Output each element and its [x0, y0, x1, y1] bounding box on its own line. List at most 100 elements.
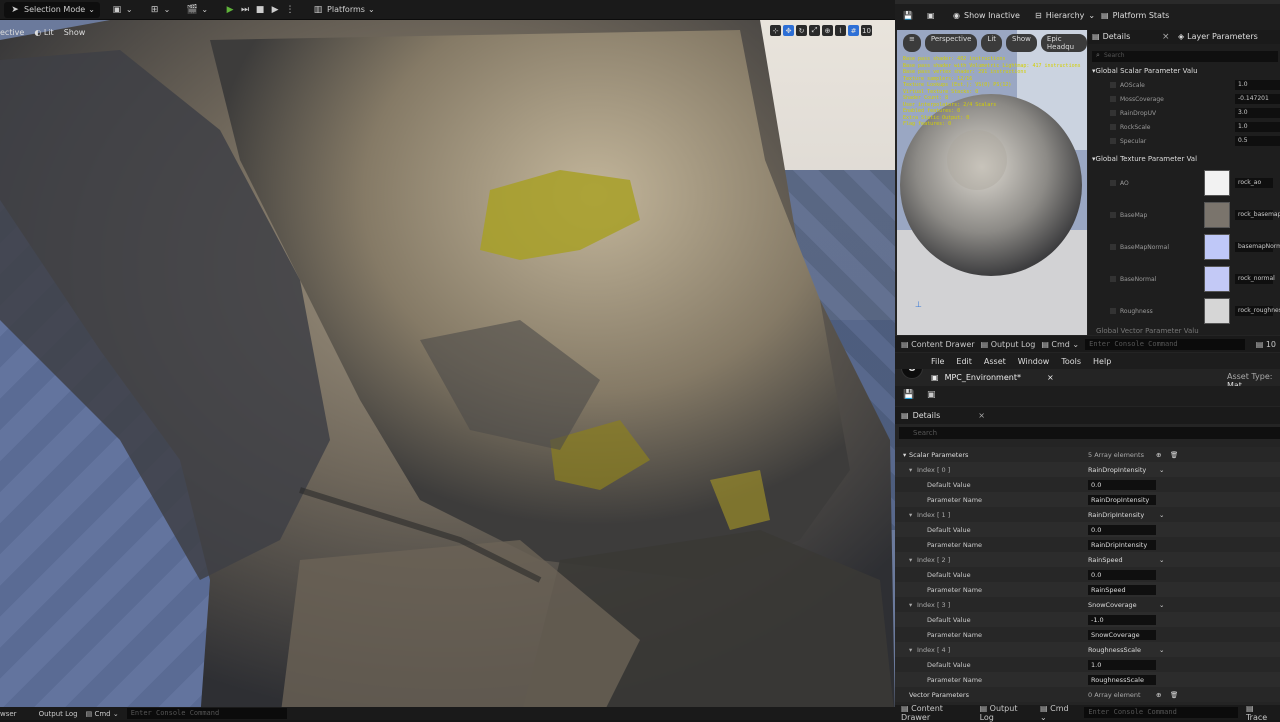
param-value[interactable]: 1.0: [1235, 122, 1280, 132]
platforms-dropdown[interactable]: ▥ Platforms ⌄: [307, 2, 380, 18]
close-icon[interactable]: ×: [1162, 32, 1170, 42]
stop-icon[interactable]: ■: [254, 5, 266, 15]
chevron-down-icon[interactable]: ⌄: [1159, 601, 1164, 609]
expand-icon[interactable]: ▾: [909, 556, 912, 564]
asset-details-search-input[interactable]: Search: [899, 427, 1280, 439]
expand-icon[interactable]: ▾: [909, 601, 912, 609]
index-combo[interactable]: SnowCoverage: [1088, 601, 1137, 609]
details-search-input[interactable]: Search: [1092, 51, 1278, 62]
checkbox[interactable]: [1110, 244, 1116, 250]
output-log-button[interactable]: ▤ Output Log: [981, 340, 1036, 349]
surface-snap-icon[interactable]: ⌇: [835, 25, 846, 36]
play-options-icon[interactable]: ▶: [269, 5, 281, 15]
world-space-icon[interactable]: ⊕: [822, 25, 833, 36]
index-combo[interactable]: RainDripIntensity: [1088, 511, 1144, 519]
details-tab[interactable]: ▤ Details: [1092, 32, 1130, 41]
browse-icon[interactable]: ▣: [927, 390, 936, 400]
param-value[interactable]: 3.0: [1235, 108, 1280, 118]
chevron-down-icon[interactable]: ⌄: [1159, 556, 1164, 564]
default-value-field[interactable]: 0.0: [1088, 569, 1156, 580]
blueprint-button[interactable]: ⊞ ⌄: [144, 2, 176, 18]
preview-menu-icon[interactable]: ≡: [903, 34, 921, 52]
menu-window[interactable]: Window: [1018, 357, 1050, 366]
save-icon[interactable]: 💾: [903, 11, 913, 20]
parameter-name-field[interactable]: SnowCoverage: [1088, 629, 1156, 640]
checkbox[interactable]: [1110, 212, 1116, 218]
scale-tool-icon[interactable]: ⤢: [809, 25, 820, 36]
console-input[interactable]: Enter Console Command: [126, 708, 287, 719]
show-inactive-button[interactable]: ◉ Show Inactive: [953, 11, 1020, 20]
expand-icon[interactable]: ▾: [903, 451, 906, 459]
index-combo[interactable]: RoughnessScale: [1088, 646, 1141, 654]
chevron-down-icon[interactable]: ⌄: [1159, 466, 1164, 474]
preview-show-button[interactable]: Show: [1006, 34, 1037, 52]
default-value-field[interactable]: 1.0: [1088, 659, 1156, 670]
preview-perspective-button[interactable]: Perspective: [924, 34, 978, 52]
expand-icon[interactable]: ▾: [909, 646, 912, 654]
cmd-dropdown[interactable]: ▤ Cmd ⌄: [1041, 340, 1079, 349]
grid-snap-icon[interactable]: #: [848, 25, 859, 36]
rotate-tool-icon[interactable]: ↻: [796, 25, 807, 36]
parameter-name-field[interactable]: RainDropIntensity: [1088, 494, 1156, 505]
save-icon[interactable]: 💾: [903, 390, 914, 400]
trash-icon[interactable]: 🗑: [1170, 691, 1178, 699]
viewport-lit-button[interactable]: ◐ Lit: [34, 28, 53, 37]
param-value[interactable]: -0.147201: [1235, 94, 1280, 104]
rock-mesh[interactable]: [0, 20, 895, 720]
texture-asset-combo[interactable]: rock_roughness: [1235, 306, 1280, 316]
texture-thumbnail[interactable]: [1204, 170, 1230, 196]
checkbox[interactable]: [1110, 82, 1116, 88]
checkbox[interactable]: [1110, 124, 1116, 130]
checkbox[interactable]: [1110, 276, 1116, 282]
checkbox[interactable]: [1110, 308, 1116, 314]
selection-mode-dropdown[interactable]: ➤ Selection Mode ⌄: [4, 1, 100, 18]
menu-help[interactable]: Help: [1093, 357, 1111, 366]
global-texture-section[interactable]: ▾ Global Texture Parameter Val: [1092, 155, 1197, 163]
platform-stats-button[interactable]: ▤ Platform Stats: [1101, 11, 1169, 20]
browse-icon[interactable]: ▣: [927, 11, 935, 20]
close-icon[interactable]: ×: [1047, 373, 1054, 382]
cinematics-button[interactable]: 🎬 ⌄: [181, 2, 213, 18]
menu-edit[interactable]: Edit: [956, 357, 972, 366]
checkbox[interactable]: [1110, 96, 1116, 102]
output-log-button[interactable]: Output Log: [39, 710, 78, 718]
expand-icon[interactable]: ▾: [909, 466, 912, 474]
global-scalar-section[interactable]: ▾ Global Scalar Parameter Valu: [1092, 67, 1198, 75]
parameter-name-field[interactable]: RoughnessScale: [1088, 674, 1156, 685]
expand-icon[interactable]: ▾: [909, 511, 912, 519]
asset-tab[interactable]: ▣ MPC_Environment* ×: [931, 369, 1054, 385]
material-preview-viewport[interactable]: ≡ Perspective Lit Show Epic Headqu Base …: [897, 30, 1087, 335]
scalar-parameters-row[interactable]: ▾ Scalar Parameters 5 Array elements ⊕ 🗑: [895, 447, 1280, 462]
index-row[interactable]: ▾ Index [ 4 ] RoughnessScale ⌄: [895, 642, 1280, 657]
close-icon[interactable]: ×: [978, 411, 985, 420]
parameter-name-field[interactable]: RainDripIntensity: [1088, 539, 1156, 550]
parameter-name-field[interactable]: RainSpeed: [1088, 584, 1156, 595]
content-drawer-button[interactable]: ▤ Content Drawer: [901, 340, 975, 349]
index-row[interactable]: ▾ Index [ 3 ] SnowCoverage ⌄: [895, 597, 1280, 612]
more-options-icon[interactable]: ⋮: [284, 5, 296, 15]
default-value-field[interactable]: -1.0: [1088, 614, 1156, 625]
select-tool-icon[interactable]: ⊹: [770, 25, 781, 36]
cmd-dropdown[interactable]: ▤ Cmd ⌄: [1040, 704, 1076, 722]
checkbox[interactable]: [1110, 110, 1116, 116]
trash-icon[interactable]: 🗑: [1170, 451, 1178, 459]
step-icon[interactable]: ⏭: [239, 5, 251, 15]
content-browser-button[interactable]: wser: [0, 710, 17, 718]
texture-asset-combo[interactable]: rock_ao: [1235, 178, 1273, 188]
texture-thumbnail[interactable]: [1204, 298, 1230, 324]
checkbox[interactable]: [1110, 138, 1116, 144]
viewport-show-button[interactable]: Show: [64, 28, 86, 37]
param-value[interactable]: 1.0: [1235, 80, 1280, 90]
param-value[interactable]: 0.5: [1235, 136, 1280, 146]
checkbox[interactable]: [1110, 180, 1116, 186]
chevron-down-icon[interactable]: ⌄: [1159, 511, 1164, 519]
texture-asset-combo[interactable]: rock_normal: [1235, 274, 1275, 284]
index-row[interactable]: ▾ Index [ 1 ] RainDripIntensity ⌄: [895, 507, 1280, 522]
texture-asset-combo[interactable]: basemapNormal: [1235, 242, 1280, 252]
content-drawer-button[interactable]: ▤ Content Drawer: [901, 704, 972, 722]
index-combo[interactable]: RainSpeed: [1088, 556, 1123, 564]
index-row[interactable]: ▾ Index [ 0 ] RainDropIntensity ⌄: [895, 462, 1280, 477]
play-icon[interactable]: ▶: [224, 5, 236, 15]
output-log-button[interactable]: ▤ Output Log: [980, 704, 1032, 722]
preview-environment-button[interactable]: Epic Headqu: [1040, 34, 1087, 52]
